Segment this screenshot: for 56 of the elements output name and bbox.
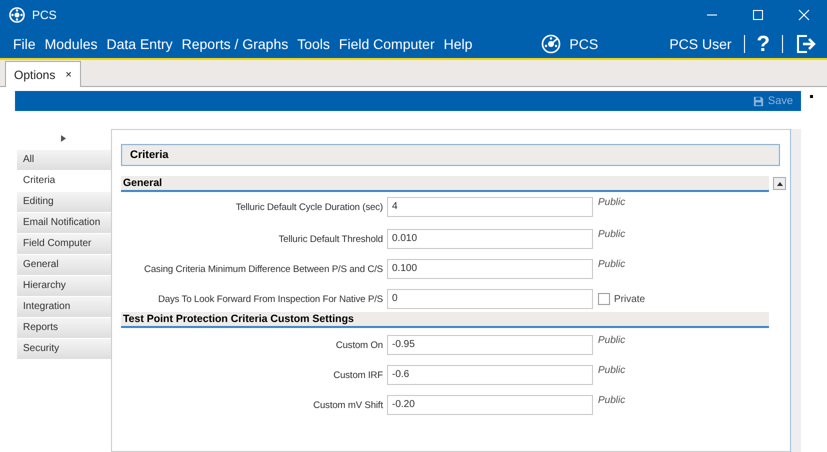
- menu-item[interactable]: Data Entry: [106, 36, 173, 52]
- sidebar-item[interactable]: General: [17, 255, 111, 276]
- input-field[interactable]: 0.010: [387, 229, 593, 249]
- expand-arrow-icon[interactable]: [61, 135, 66, 142]
- field-label: Custom mV Shift: [312, 399, 384, 412]
- menu-item[interactable]: Help: [444, 36, 472, 52]
- menu-item[interactable]: Field Computer: [338, 36, 435, 52]
- visibility-label: Public: [598, 259, 626, 270]
- input-field[interactable]: 4: [387, 197, 593, 217]
- section-header: Test Point Protection Criteria Custom Settings: [121, 312, 769, 328]
- menu-item[interactable]: Reports / Graphs: [182, 36, 288, 52]
- input-field[interactable]: -0.6: [387, 365, 593, 385]
- maximize-icon[interactable]: [752, 9, 764, 21]
- input-field[interactable]: 0: [387, 289, 593, 309]
- field-label: Days To Look Forward From Inspection For Native P/S: [157, 293, 384, 306]
- save-icon: [752, 96, 764, 106]
- sidebar-item[interactable]: Reports: [17, 318, 111, 339]
- field-label: Telluric Default Cycle Duration (sec): [234, 201, 384, 214]
- input-field[interactable]: -0.20: [387, 395, 593, 415]
- field-label: Custom On: [334, 339, 384, 352]
- brand-logo-icon: [541, 34, 562, 54]
- menu-item[interactable]: Modules: [44, 36, 98, 52]
- sidebar-item[interactable]: Editing: [17, 192, 111, 213]
- section-header: General: [121, 176, 769, 192]
- sidebar-item[interactable]: Hierarchy: [17, 276, 111, 297]
- logout-icon[interactable]: [795, 33, 817, 55]
- up-arrow-icon: [776, 182, 782, 186]
- sidebar-item[interactable]: Security: [17, 339, 111, 360]
- sidebar-item[interactable]: Email Notification: [17, 213, 111, 234]
- visibility-label: Public: [598, 365, 626, 376]
- sidebar-item[interactable]: All: [17, 150, 111, 171]
- visibility-label: Public: [598, 197, 626, 208]
- field-label: Custom IRF: [332, 369, 384, 382]
- panel-title: Criteria: [121, 144, 780, 166]
- input-field[interactable]: 0.100: [387, 259, 593, 279]
- menu-item[interactable]: Tools: [297, 36, 330, 52]
- field-label: Casing Criteria Minimum Difference Between P/S and C/S: [143, 263, 384, 276]
- field-label: Telluric Default Threshold: [278, 233, 384, 246]
- help-button[interactable]: ?: [756, 31, 770, 57]
- checkbox-label: Private: [614, 294, 646, 304]
- sidebar-item[interactable]: Field Computer: [17, 234, 111, 255]
- close-tab-button[interactable]: ×: [65, 68, 72, 80]
- user-name[interactable]: PCS User: [669, 36, 732, 52]
- visibility-label: Public: [598, 395, 626, 406]
- sidebar-item[interactable]: Integration: [17, 297, 111, 318]
- brand-name: PCS: [569, 36, 598, 52]
- visibility-label: Public: [598, 335, 626, 346]
- input-field[interactable]: -0.95: [387, 335, 593, 355]
- close-icon[interactable]: [798, 9, 810, 21]
- private-checkbox[interactable]: [598, 293, 610, 305]
- window-title: PCS: [32, 8, 57, 22]
- scroll-up-button[interactable]: [773, 177, 786, 190]
- menu-item[interactable]: File: [13, 36, 36, 52]
- tab[interactable]: Options ×: [5, 61, 81, 87]
- visibility-label: Public: [598, 229, 626, 240]
- app-logo-icon: [9, 7, 25, 23]
